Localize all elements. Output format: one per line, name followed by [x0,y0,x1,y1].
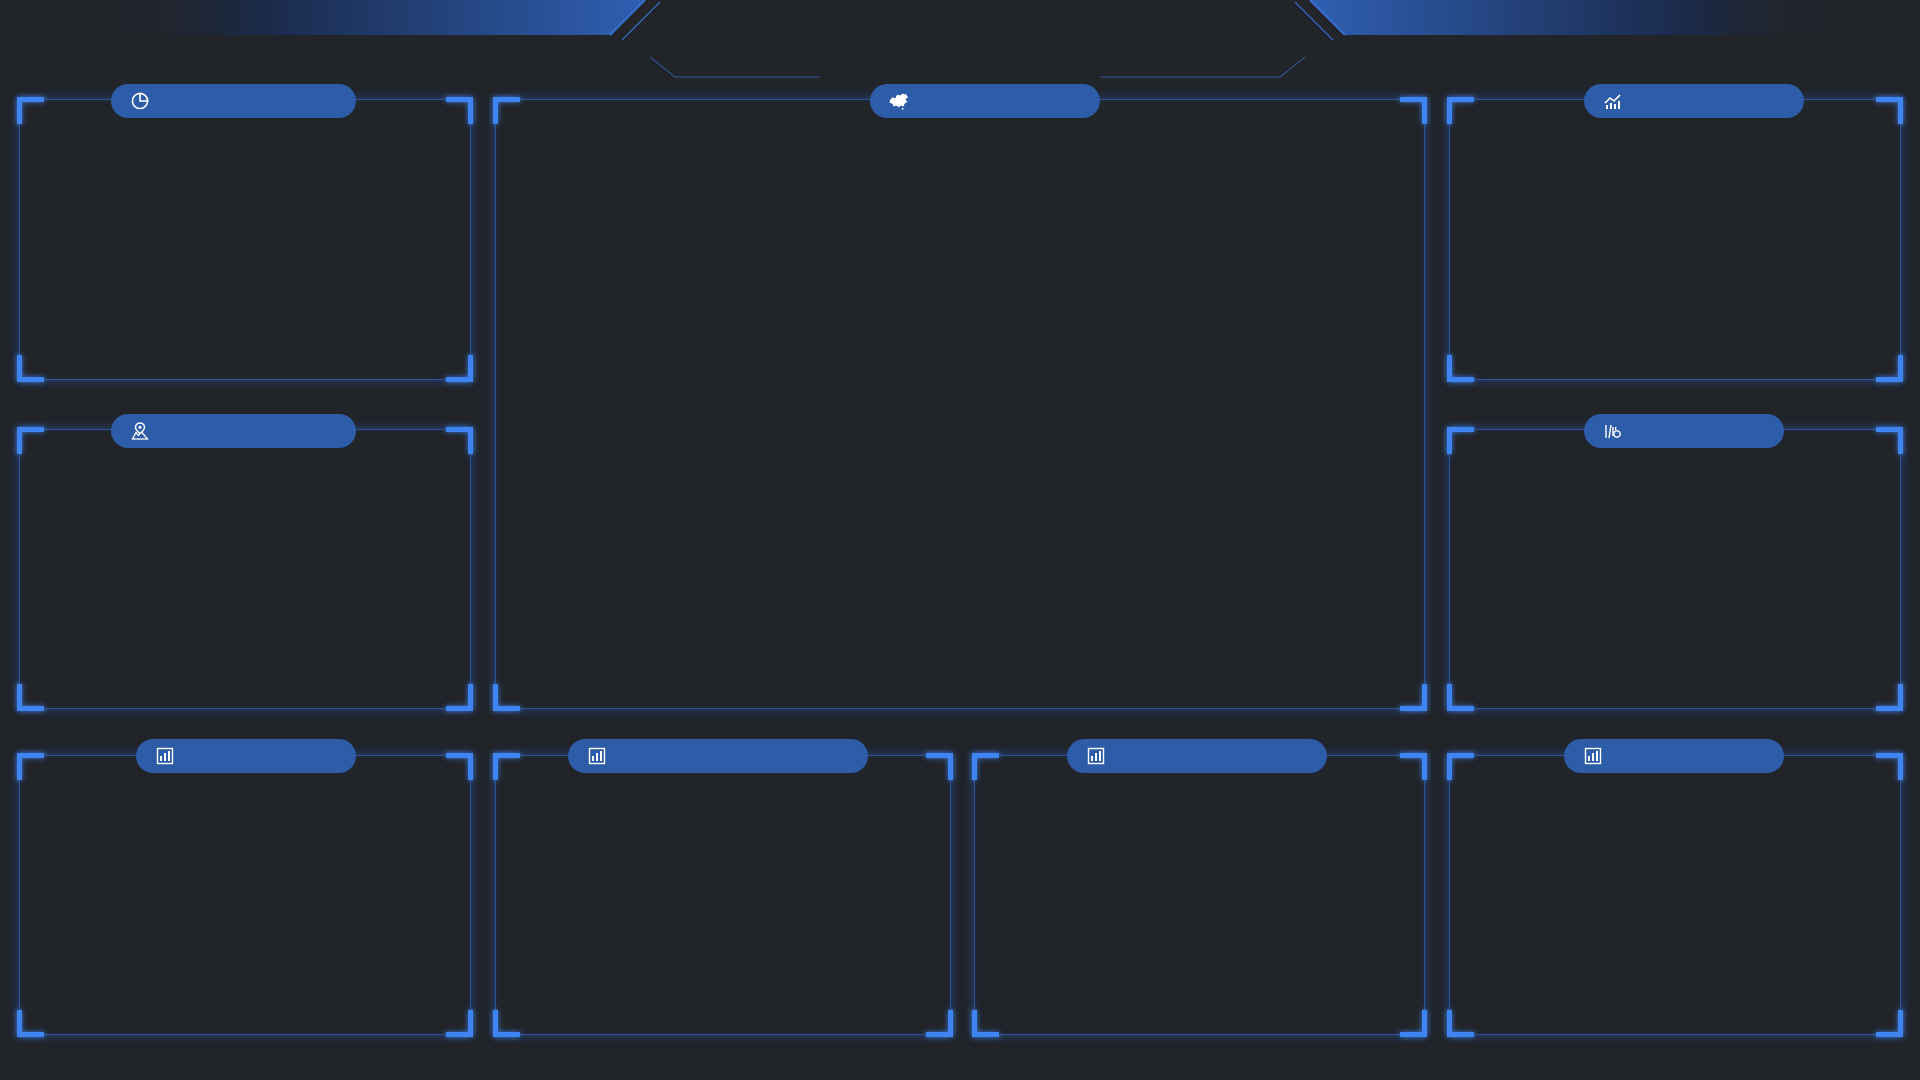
panel-center-map [493,97,1427,711]
panel-middle-left-header [111,414,356,448]
panel-top-right-header [1584,84,1804,118]
panel-middle-left [17,427,473,711]
bar-chart-icon [586,745,608,767]
panel-bottom-3-header [1067,739,1327,773]
bar-chart-icon [1085,745,1107,767]
panel-bottom-2 [493,753,953,1037]
map-pin-icon [129,420,151,442]
panel-middle-right-header [1584,414,1784,448]
line-trend-icon [1602,90,1624,112]
pie-chart-icon [129,90,151,112]
panel-bottom-4-header [1564,739,1784,773]
panel-center-map-header [870,84,1100,118]
china-map-icon [888,90,910,112]
panel-top-left-header [111,84,356,118]
bar-chart-icon [154,745,176,767]
chart-cursor-icon [1602,420,1624,442]
bar-chart-icon [1582,745,1604,767]
dashboard-screen [0,0,1920,1080]
panel-middle-right [1447,427,1903,711]
panel-bottom-2-header [568,739,868,773]
panel-bottom-1 [17,753,473,1037]
panel-top-left [17,97,473,382]
panel-bottom-4 [1447,753,1903,1037]
panel-bottom-3 [972,753,1427,1037]
panel-top-right [1447,97,1903,382]
panel-bottom-1-header [136,739,356,773]
header-decoration [100,0,1845,78]
